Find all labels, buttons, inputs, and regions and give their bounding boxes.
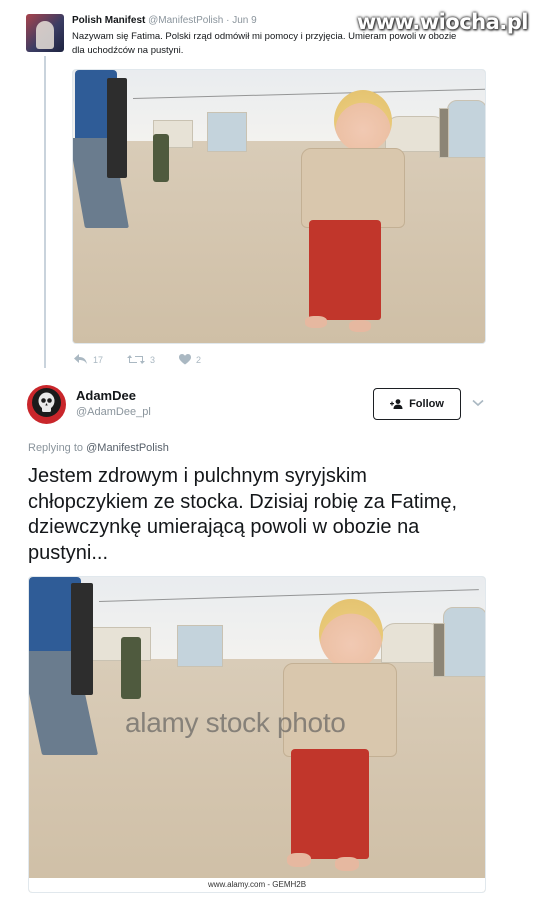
heart-icon: [179, 354, 192, 365]
like-action[interactable]: 2: [179, 354, 201, 365]
replying-to-mention[interactable]: @ManifestPolish: [86, 442, 169, 454]
retweet-icon: [127, 355, 146, 364]
polish-manifest-avatar[interactable]: [26, 14, 64, 52]
alamy-credit-bar: www.alamy.com - GEMH2B: [29, 878, 485, 892]
quoted-author-handle[interactable]: @ManifestPolish: [148, 15, 223, 26]
quoted-tweet-header: Polish Manifest @ManifestPolish · Jun 9: [72, 15, 257, 26]
retweet-count: 3: [150, 354, 156, 365]
replying-to-line: Replying to @ManifestPolish: [28, 442, 169, 454]
main-tweet-photo[interactable]: alamy stock photo www.alamy.com - GEMH2B: [28, 576, 486, 893]
reply-count: 17: [93, 354, 104, 365]
follow-button-label: Follow: [409, 398, 444, 410]
reply-icon: [74, 354, 87, 364]
main-tweet-text: Jestem zdrowym i pulchnym syryjskim chło…: [28, 465, 458, 564]
reply-action[interactable]: 17: [74, 354, 103, 365]
quoted-tweet-photo[interactable]: [72, 69, 486, 344]
quoted-tweet-date[interactable]: Jun 9: [232, 15, 256, 26]
retweet-action[interactable]: 3: [127, 354, 155, 365]
author-handle[interactable]: @AdamDee_pl: [76, 406, 151, 418]
quoted-tweet-text: Nazywam się Fatima. Polski rząd odmówił …: [72, 31, 457, 56]
replying-to-prefix: Replying to: [28, 442, 84, 454]
alamy-photo-watermark: alamy stock photo: [125, 707, 346, 738]
follow-button[interactable]: Follow: [373, 388, 461, 420]
follow-person-icon: [390, 399, 403, 409]
adamdee-avatar[interactable]: [27, 385, 66, 424]
quoted-author-name[interactable]: Polish Manifest: [72, 15, 145, 26]
chevron-down-icon[interactable]: [472, 399, 484, 407]
author-name[interactable]: AdamDee: [76, 388, 136, 403]
header-separator: ·: [226, 15, 230, 26]
quoted-tweet-actions: 17 3 2: [74, 354, 225, 365]
like-count: 2: [196, 354, 202, 365]
thread-connector-line: [44, 56, 46, 368]
skull-icon: [38, 392, 55, 412]
